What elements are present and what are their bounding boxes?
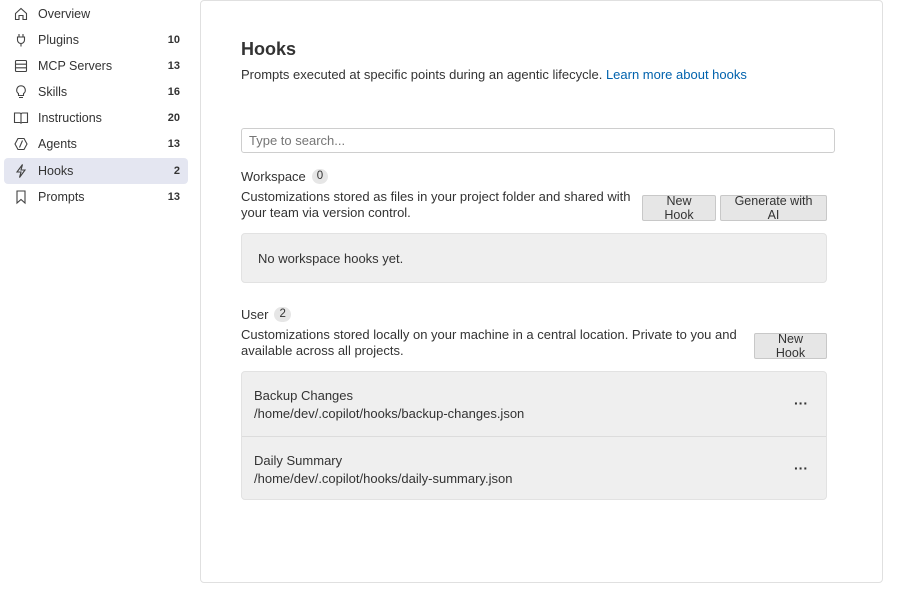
sidebar-item-label: Hooks [38, 164, 74, 178]
sidebar-item-label: MCP Servers [38, 59, 113, 73]
page-title: Hooks [241, 39, 297, 59]
sidebar-item-label: Instructions [38, 111, 102, 125]
sidebar: Overview Plugins 10 MCP Servers 13 Skill… [0, 0, 200, 600]
user-count-badge: 2 [274, 307, 291, 322]
sidebar-item-count: 20 [167, 112, 180, 124]
list-item[interactable]: Backup Changes /home/dev/.copilot/hooks/… [242, 372, 826, 436]
hook-path: /home/dev/.copilot/hooks/backup-changes.… [254, 406, 525, 421]
sidebar-item-label: Skills [38, 85, 68, 99]
user-new-hook-button[interactable]: New Hook [754, 332, 827, 360]
user-hooks-list: Backup Changes /home/dev/.copilot/hooks/… [241, 371, 827, 500]
hook-path: /home/dev/.copilot/hooks/daily-summary.j… [254, 471, 513, 486]
sidebar-item-count: 13 [167, 191, 180, 203]
workspace-description-line: your team via version control. [241, 205, 411, 220]
workspace-section-header: Workspace 0 [241, 169, 329, 184]
user-description-line: available across all projects. [241, 343, 404, 358]
learn-more-link[interactable]: Learn more about hooks [606, 67, 747, 82]
sidebar-item-label: Agents [38, 137, 77, 151]
subtitle-text: Prompts executed at specific points duri… [241, 67, 603, 82]
user-description: Customizations stored locally on your ma… [241, 327, 737, 359]
page-subtitle: Prompts executed at specific points duri… [241, 67, 747, 82]
agent-icon [12, 135, 30, 153]
workspace-empty-state: No workspace hooks yet. [241, 233, 827, 283]
sidebar-item-skills[interactable]: Skills 16 [4, 79, 188, 105]
sidebar-item-count: 13 [167, 60, 180, 72]
sidebar-item-count: 16 [167, 86, 180, 98]
sidebar-item-count: 13 [167, 138, 180, 150]
hook-name: Backup Changes [254, 388, 354, 403]
plug-icon [12, 31, 30, 49]
sidebar-item-overview[interactable]: Overview [4, 1, 188, 27]
workspace-section-title: Workspace [241, 169, 306, 184]
empty-state-text: No workspace hooks yet. [258, 250, 404, 266]
user-section-title: User [241, 307, 269, 322]
hooks-panel: Hooks Prompts executed at specific point… [200, 0, 883, 583]
home-icon [12, 5, 30, 23]
user-description-line: Customizations stored locally on your ma… [241, 327, 737, 342]
user-section-header: User 2 [241, 307, 291, 322]
sidebar-item-count: 2 [173, 165, 180, 177]
workspace-description: Customizations stored as files in your p… [241, 189, 630, 221]
search-input[interactable] [241, 128, 835, 153]
sidebar-item-mcp-servers[interactable]: MCP Servers 13 [4, 53, 188, 79]
workspace-description-line: Customizations stored as files in your p… [241, 189, 631, 204]
sidebar-item-agents[interactable]: Agents 13 [4, 131, 188, 157]
hook-name: Daily Summary [254, 453, 343, 468]
sidebar-item-plugins[interactable]: Plugins 10 [4, 27, 188, 53]
more-actions-icon[interactable]: ··· [792, 459, 810, 477]
workspace-count-badge: 0 [311, 169, 329, 184]
sidebar-item-instructions[interactable]: Instructions 20 [4, 105, 188, 131]
book-icon [12, 109, 30, 127]
list-item[interactable]: Daily Summary /home/dev/.copilot/hooks/d… [242, 436, 826, 500]
bookmark-icon [12, 188, 30, 206]
sidebar-item-label: Plugins [38, 33, 79, 47]
generate-with-ai-button[interactable]: Generate with AI [720, 194, 827, 222]
workspace-new-hook-button[interactable]: New Hook [642, 194, 716, 222]
sidebar-item-label: Prompts [38, 190, 85, 204]
server-icon [12, 57, 30, 75]
sidebar-item-label: Overview [38, 7, 91, 21]
sidebar-item-hooks[interactable]: Hooks 2 [4, 158, 188, 184]
sidebar-item-prompts[interactable]: Prompts 13 [4, 184, 188, 210]
lightning-icon [12, 162, 30, 180]
sidebar-item-count: 10 [167, 34, 180, 46]
lightbulb-icon [12, 83, 30, 101]
more-actions-icon[interactable]: ··· [792, 394, 810, 412]
